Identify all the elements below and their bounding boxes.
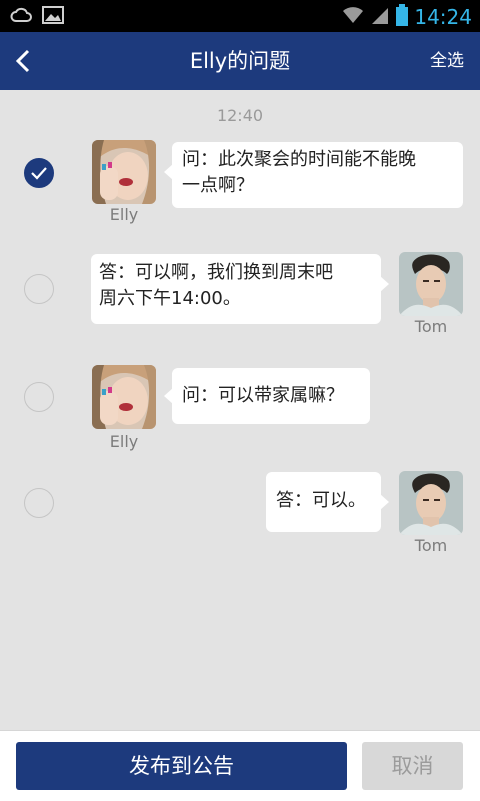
message-bubble-2[interactable]: 答：可以啊，我们换到周末吧 周六下午14:00。 <box>91 254 389 324</box>
sender-name: Tom <box>414 536 448 555</box>
avatar-elly <box>92 140 156 204</box>
message-select-radio-3[interactable] <box>24 382 54 412</box>
cloud-icon <box>10 6 32 24</box>
message-select-radio-2[interactable] <box>24 274 54 304</box>
bottom-action-bar: 发布到公告 取消 <box>0 730 480 801</box>
check-icon <box>31 167 47 180</box>
chat-list: 12:40 Elly 问：此次聚会的时间能不能晚 一点啊？ Tom 答：可以啊，… <box>0 90 480 730</box>
image-icon <box>42 6 64 24</box>
status-time: 14:24 <box>414 5 472 29</box>
chat-timestamp: 12:40 <box>216 106 264 125</box>
page-title: Elly的问题 <box>189 49 291 73</box>
sender-name: Elly <box>109 205 139 224</box>
message-select-radio-4[interactable] <box>24 488 54 518</box>
sender-name: Tom <box>414 317 448 336</box>
message-select-radio-1[interactable] <box>24 158 54 188</box>
sender-name: Elly <box>109 432 139 451</box>
battery-icon <box>396 4 409 30</box>
message-text-line: 答：可以。 <box>276 490 366 511</box>
publish-to-announcement-button[interactable]: 发布到公告 <box>16 742 347 790</box>
avatar-tom <box>399 471 463 535</box>
message-text-line: 一点啊？ <box>182 175 254 196</box>
select-all-button[interactable]: 全选 <box>430 32 464 90</box>
status-bar: 14:24 <box>0 0 480 32</box>
message-text-line: 问：此次聚会的时间能不能晚 <box>182 149 416 170</box>
message-text-line: 周六下午14:00。 <box>99 288 241 309</box>
avatar-elly <box>92 365 156 429</box>
message-text-line: 答：可以啊，我们换到周末吧 <box>99 262 333 283</box>
message-bubble-1[interactable]: 问：此次聚会的时间能不能晚 一点啊？ <box>164 142 463 208</box>
cancel-button[interactable]: 取消 <box>362 742 463 790</box>
message-bubble-4[interactable]: 答：可以。 <box>266 472 389 532</box>
avatar-tom <box>399 252 463 316</box>
wifi-icon <box>342 5 364 29</box>
app-header: Elly的问题 全选 <box>0 32 480 90</box>
message-text-line: 问：可以带家属嘛？ <box>182 385 344 406</box>
message-bubble-3[interactable]: 问：可以带家属嘛？ <box>164 368 370 424</box>
signal-icon <box>370 5 390 29</box>
